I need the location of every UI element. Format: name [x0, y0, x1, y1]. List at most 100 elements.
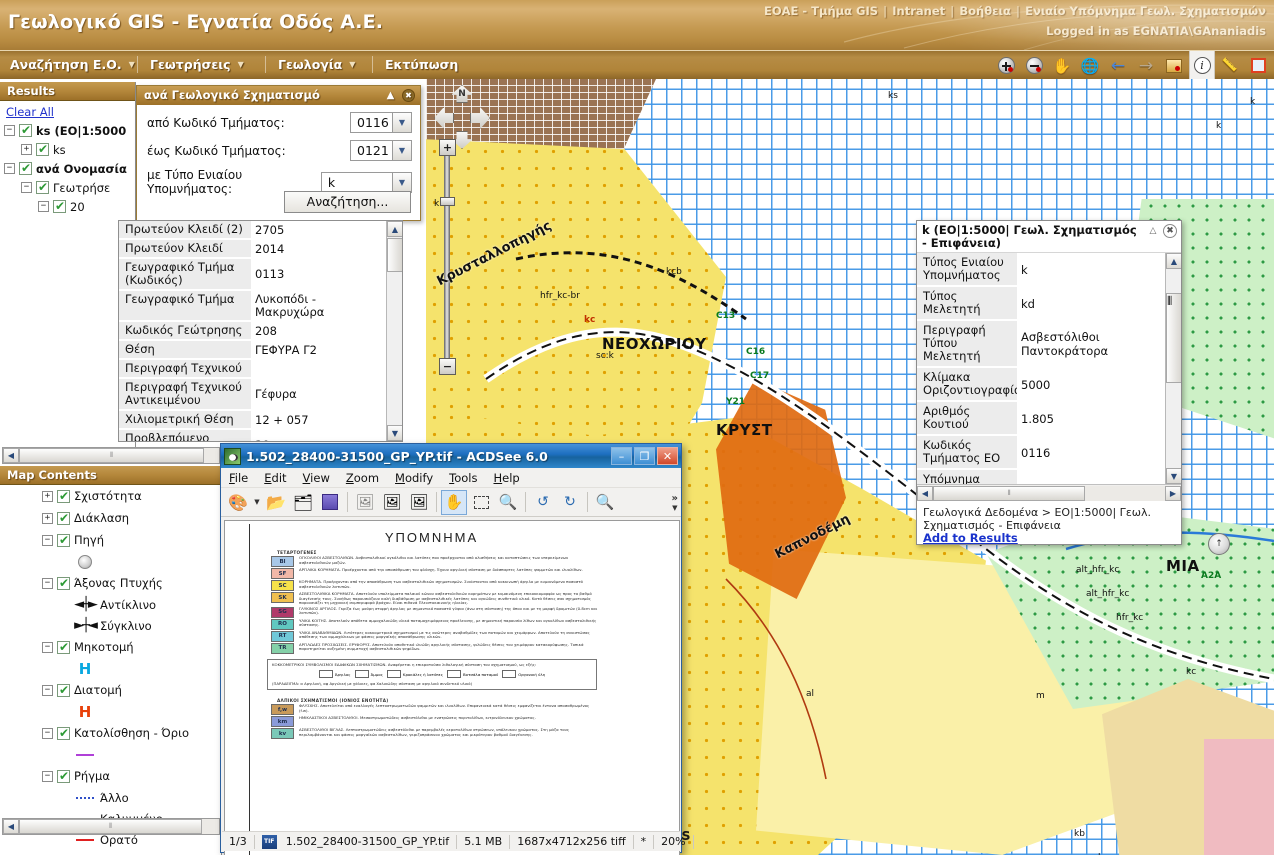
- chevron-down-icon[interactable]: ▼: [392, 113, 411, 132]
- results-tree-node[interactable]: − ks (EO|1:5000: [4, 121, 135, 140]
- scrollbar-thumb[interactable]: [387, 238, 402, 272]
- close-icon[interactable]: ✖: [402, 89, 415, 102]
- layer-checkbox[interactable]: [57, 576, 70, 590]
- scrollbar-thumb[interactable]: ⦀: [1166, 293, 1181, 383]
- search-button[interactable]: Αναζήτηση...: [284, 191, 411, 213]
- palette-dropdown-icon[interactable]: ▼: [252, 490, 262, 515]
- from-section-code-select[interactable]: 0116 ▼: [350, 112, 412, 133]
- slideshow-icon[interactable]: 🖼: [406, 490, 432, 515]
- layer-checkbox[interactable]: [19, 123, 32, 137]
- previous-image-icon[interactable]: 🖼: [352, 490, 378, 515]
- menu-item-geotriseis[interactable]: Γεωτρήσεις ▼: [150, 57, 244, 72]
- results-tree-node[interactable]: − 20: [4, 197, 135, 216]
- acdsee-menu-view[interactable]: View: [303, 471, 330, 485]
- layer-checkbox[interactable]: [57, 533, 70, 547]
- to-section-code-select[interactable]: 0121 ▼: [350, 140, 412, 161]
- scroll-right-button[interactable]: ▶: [1165, 485, 1181, 501]
- menu-item-geologia[interactable]: Γεωλογία ▼: [278, 57, 355, 72]
- save-icon[interactable]: [317, 490, 343, 515]
- browse-folder-icon[interactable]: 🗂: [290, 490, 316, 515]
- acdsee-menu-zoom[interactable]: Zoom: [346, 471, 379, 485]
- layer-checkbox[interactable]: [57, 683, 70, 697]
- header-link-unified-legend[interactable]: Ενιαίο Υπόμνημα Γεωλ. Σχηματισμών: [1025, 4, 1266, 18]
- add-to-results-link[interactable]: Add to Results: [923, 531, 1018, 545]
- header-link-intranet[interactable]: Intranet: [892, 4, 945, 18]
- back-arrow-icon[interactable]: ←: [1105, 53, 1131, 78]
- chevron-down-icon[interactable]: ▼: [392, 141, 411, 160]
- hscrollbar-track[interactable]: ⦀: [19, 819, 219, 834]
- acdsee-titlebar[interactable]: 1.502_28400-31500_GP_YP.tif - ACDSee 6.0…: [221, 444, 681, 468]
- header-link-eoae-gis[interactable]: ΕΟΑΕ - Τμήμα GIS: [764, 4, 878, 18]
- layer-checkbox[interactable]: [19, 161, 32, 175]
- layer-expander-icon[interactable]: −: [42, 534, 53, 546]
- layer-expander-icon[interactable]: −: [42, 577, 53, 589]
- collapse-icon[interactable]: ▲: [384, 89, 397, 102]
- scroll-left-button[interactable]: ◀: [3, 819, 19, 834]
- zoom-in-icon[interactable]: 🔍: [495, 490, 521, 515]
- hscrollbar-track[interactable]: ⦀: [933, 485, 1165, 501]
- scroll-down-button[interactable]: ▼: [1166, 468, 1181, 484]
- pan-west-button[interactable]: [434, 107, 454, 129]
- zoom-slider-track[interactable]: [444, 153, 450, 361]
- palette-icon[interactable]: 🎨: [225, 490, 251, 515]
- zoom-out-icon[interactable]: [1021, 53, 1047, 78]
- identify-rectangle-icon[interactable]: [1161, 53, 1187, 78]
- scroll-left-button[interactable]: ◀: [3, 448, 19, 463]
- feature-panel-hscrollbar[interactable]: ◀ ⦀ ▶: [917, 484, 1181, 501]
- layer-expander-icon[interactable]: +: [42, 512, 53, 524]
- info-icon[interactable]: i: [1189, 51, 1215, 79]
- layer-expander-icon[interactable]: −: [42, 684, 53, 696]
- layer-expander-icon[interactable]: −: [42, 770, 53, 782]
- layer-item[interactable]: − Κατολίσθηση - Όριο: [42, 722, 221, 744]
- results-panel-hscrollbar[interactable]: ◀ ⦀: [2, 447, 220, 464]
- layer-expander-icon[interactable]: −: [42, 641, 53, 653]
- layer-checkbox[interactable]: [57, 489, 70, 503]
- feature-panel-scrollbar[interactable]: ▲ ⦀ ▼: [1165, 253, 1181, 484]
- rotate-right-icon[interactable]: ↻: [557, 490, 583, 515]
- layer-expander-icon[interactable]: +: [42, 490, 53, 502]
- layer-checkbox[interactable]: [53, 199, 66, 213]
- legend-type-select[interactable]: k ▼: [320, 171, 412, 193]
- layer-checkbox[interactable]: [57, 640, 70, 654]
- results-tree-node[interactable]: − ανά Ονομασία: [4, 159, 135, 178]
- layer-expander-icon[interactable]: −: [42, 727, 53, 739]
- acdsee-menu-help[interactable]: Help: [494, 471, 520, 485]
- scroll-left-button[interactable]: ◀: [917, 485, 933, 501]
- pan-hand-icon[interactable]: ✋: [1049, 53, 1075, 78]
- layer-item[interactable]: − Πηγή: [42, 529, 221, 551]
- results-tree-node[interactable]: + ks: [4, 140, 135, 159]
- collapse-icon[interactable]: △: [1146, 224, 1160, 238]
- layer-item[interactable]: + Σχιστότητα: [42, 485, 221, 507]
- acdsee-menu-file[interactable]: File: [229, 471, 248, 485]
- hscrollbar-thumb[interactable]: ⦀: [933, 485, 1085, 501]
- scroll-down-button[interactable]: ▼: [387, 425, 402, 441]
- close-icon[interactable]: ✖: [1163, 224, 1177, 238]
- map-zoom-slider[interactable]: + −: [439, 139, 456, 375]
- rotate-left-icon[interactable]: ↺: [530, 490, 556, 515]
- zoom-slider-thumb[interactable]: [440, 197, 455, 206]
- clear-all-link[interactable]: Clear All: [6, 105, 135, 119]
- attribute-table-scrollbar[interactable]: ▲ ▼: [386, 221, 402, 441]
- layer-item[interactable]: + Διάκλαση: [42, 507, 221, 529]
- layer-item[interactable]: − Μηκοτομή: [42, 636, 221, 658]
- pan-hand-icon[interactable]: ✋: [441, 489, 467, 515]
- layer-item[interactable]: − Διατομή: [42, 679, 221, 701]
- maximize-button[interactable]: ❐: [634, 447, 655, 465]
- zoom-out-icon[interactable]: 🔍: [592, 490, 618, 515]
- tree-expander-icon[interactable]: −: [4, 125, 15, 136]
- hscrollbar-thumb[interactable]: ⦀: [19, 819, 202, 834]
- acdsee-menu-edit[interactable]: Edit: [264, 471, 286, 485]
- acdsee-image-canvas[interactable]: ΥΠΟΜΝΗΜΑ ΤΕΤΑΡΤΟΓΕΝΕΣ Bl ΟΓΚΟΛΙΘΟΙ ΑΣΒΕΣΤ…: [224, 520, 680, 855]
- pan-east-button[interactable]: [470, 107, 490, 129]
- pan-north-button[interactable]: N: [451, 85, 473, 103]
- zoom-in-icon[interactable]: [993, 53, 1019, 78]
- select-region-icon[interactable]: [468, 490, 494, 515]
- layer-item[interactable]: − Ρήγμα: [42, 765, 221, 787]
- tree-expander-icon[interactable]: −: [21, 182, 32, 193]
- scroll-up-button[interactable]: ▲: [1166, 253, 1181, 269]
- select-box-icon[interactable]: [1245, 53, 1271, 78]
- acdsee-menu-modify[interactable]: Modify: [395, 471, 433, 485]
- tree-expander-icon[interactable]: −: [38, 201, 49, 212]
- map-contents-hscrollbar[interactable]: ◀ ⦀: [2, 818, 220, 835]
- zoom-out-button[interactable]: −: [439, 358, 456, 375]
